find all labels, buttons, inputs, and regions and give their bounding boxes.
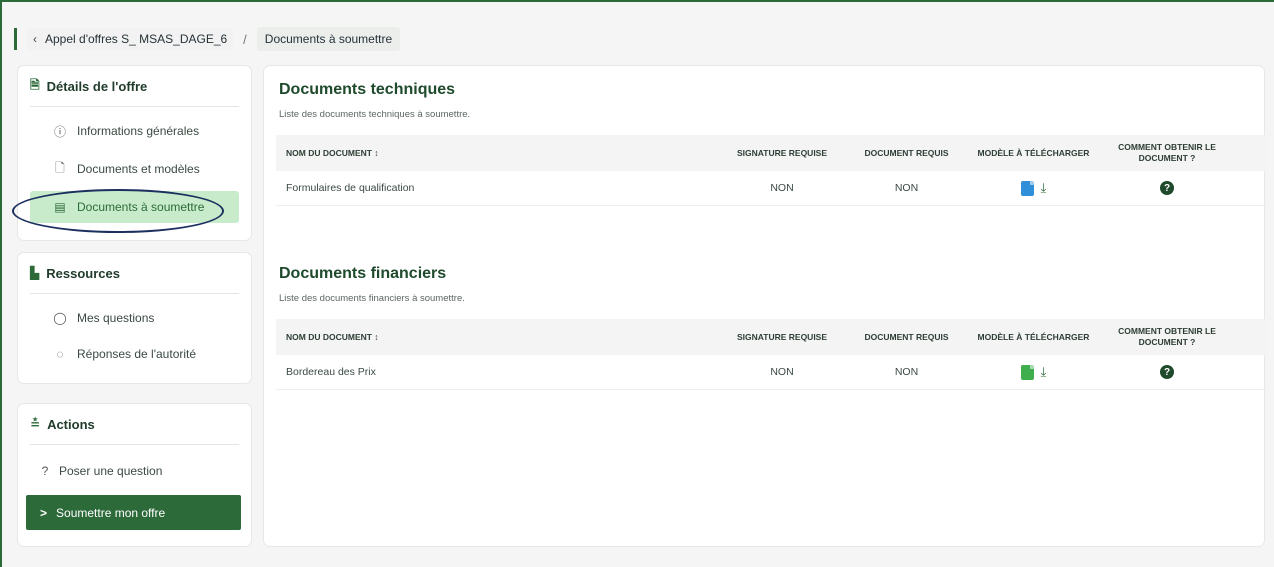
resources-title: ▙ Ressources <box>30 265 120 281</box>
help-icon[interactable]: ? <box>1160 365 1174 379</box>
template-download-cell: ⤓ <box>965 180 1102 196</box>
signature-required-value: NON <box>770 182 794 194</box>
offer-details-title: 🗎 Détails de l'offre <box>18 66 251 106</box>
column-header-name[interactable]: NOM DU DOCUMENT ↕ <box>276 332 716 342</box>
template-download-cell: ⤓ <box>965 364 1102 380</box>
help-icon[interactable]: ? <box>1160 181 1174 195</box>
chat-reply-icon: ◌ <box>56 347 64 361</box>
breadcrumb-current: Documents à soumettre <box>256 27 401 51</box>
column-header-required: DOCUMENT REQUIS <box>864 332 949 342</box>
column-header-how: COMMENT OBTENIR LE DOCUMENT ? <box>1118 326 1216 347</box>
chat-bubble-icon: ◯ <box>53 311 67 325</box>
chevron-left-icon: ‹ <box>33 32 37 46</box>
word-file-icon[interactable] <box>1020 180 1034 196</box>
technical-documents-subtitle: Liste des documents techniques à soumett… <box>279 109 471 120</box>
back-link-label: Appel d'offres S_ MSAS_DAGE_6 <box>45 32 228 46</box>
sidebar-item-documents-a-soumettre[interactable]: ▤ Documents à soumettre <box>30 191 239 223</box>
file-icon: 🗎 <box>30 77 40 92</box>
document-icon: 🗋 <box>55 160 65 175</box>
arrow-right-icon: > <box>40 505 48 520</box>
how-to-obtain-cell: ? <box>1102 365 1232 379</box>
download-icon[interactable]: ⤓ <box>1041 180 1047 196</box>
financial-documents-title: Documents financiers <box>279 265 447 282</box>
table-row: Formulaires de qualification NON NON ⤓ ? <box>276 171 1266 206</box>
breadcrumb: ‹ Appel d'offres S_ MSAS_DAGE_6 / Docume… <box>14 26 401 52</box>
technical-documents-table: NOM DU DOCUMENT ↕ SIGNATURE REQUISE DOCU… <box>276 135 1266 206</box>
offer-details-card: 🗎 Détails de l'offre ⓘ Informations géné… <box>18 66 251 240</box>
table-header: NOM DU DOCUMENT ↕ SIGNATURE REQUISE DOCU… <box>276 135 1266 171</box>
submit-offer-button[interactable]: > Soumettre mon offre <box>26 495 241 530</box>
sidebar-item-documents-et-modeles[interactable]: 🗋 Documents et modèles <box>30 153 239 185</box>
document-required-value: NON <box>894 366 919 378</box>
document-name: Bordereau des Prix <box>286 366 376 378</box>
technical-documents-title: Documents techniques <box>279 81 456 98</box>
column-header-signature: SIGNATURE REQUISE <box>736 332 828 342</box>
table-header: NOM DU DOCUMENT ↕ SIGNATURE REQUISE DOCU… <box>276 319 1266 355</box>
resources-icon: ▙ <box>30 266 40 280</box>
signature-required-value: NON <box>770 366 794 378</box>
breadcrumb-separator: / <box>243 31 247 47</box>
info-icon: ⓘ <box>53 124 66 139</box>
user-icon: ≛ <box>30 417 41 431</box>
sidebar-item-reponses-autorite[interactable]: ◌ Réponses de l'autorité <box>30 338 239 370</box>
document-name: Formulaires de qualification <box>286 182 415 194</box>
how-to-obtain-cell: ? <box>1102 181 1232 195</box>
breadcrumb-accent-bar <box>14 28 17 50</box>
resources-card: ▙ Ressources ◯ Mes questions ◌ Réponses … <box>18 253 251 383</box>
excel-file-icon[interactable] <box>1020 364 1034 380</box>
sidebar-item-mes-questions[interactable]: ◯ Mes questions <box>30 302 239 334</box>
actions-title: ≛ Actions <box>30 416 95 432</box>
column-header-name[interactable]: NOM DU DOCUMENT ↕ <box>276 148 716 158</box>
financial-documents-table: NOM DU DOCUMENT ↕ SIGNATURE REQUISE DOCU… <box>276 319 1266 390</box>
download-icon[interactable]: ⤓ <box>1041 364 1047 380</box>
column-header-template: MODÈLE À TÉLÉCHARGER <box>977 148 1090 158</box>
main-panel: Documents techniques Liste des documents… <box>264 66 1266 546</box>
question-icon: ? <box>41 464 49 478</box>
column-header-required: DOCUMENT REQUIS <box>864 148 949 158</box>
document-required-value: NON <box>894 182 919 194</box>
column-header-template: MODÈLE À TÉLÉCHARGER <box>977 332 1090 342</box>
table-row: Bordereau des Prix NON NON ⤓ ? <box>276 355 1266 390</box>
sidebar-item-informations-generales[interactable]: ⓘ Informations générales <box>30 115 239 147</box>
column-header-how: COMMENT OBTENIR LE DOCUMENT ? <box>1118 142 1216 163</box>
column-header-signature: SIGNATURE REQUISE <box>736 148 828 158</box>
financial-documents-subtitle: Liste des documents financiers à soumett… <box>279 293 465 304</box>
documents-submit-icon: ▤ <box>54 200 66 214</box>
back-link[interactable]: ‹ Appel d'offres S_ MSAS_DAGE_6 <box>27 28 234 50</box>
ask-question-button[interactable]: ? Poser une question <box>30 455 239 487</box>
